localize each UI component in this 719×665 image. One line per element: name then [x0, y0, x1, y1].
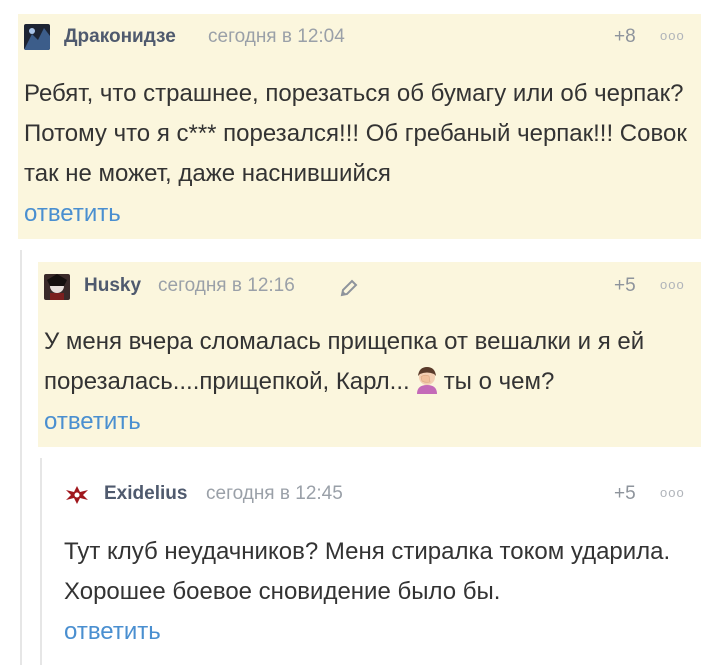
comment-text-part: ты о чем?: [443, 368, 555, 395]
reply-link[interactable]: ответить: [64, 618, 161, 646]
author-name[interactable]: Драконидзе: [64, 26, 176, 48]
more-options-icon[interactable]: ooo: [660, 277, 685, 292]
thread-line: [20, 250, 22, 665]
more-options-icon[interactable]: ooo: [660, 28, 685, 43]
facepalm-emoji-icon: [416, 367, 437, 394]
reply-link[interactable]: ответить: [24, 200, 121, 228]
comment-rating: +8: [614, 26, 636, 47]
reply-link[interactable]: ответить: [44, 408, 141, 436]
avatar[interactable]: [24, 24, 50, 50]
comment-rating: +5: [614, 483, 636, 504]
avatar[interactable]: [64, 482, 90, 508]
comment-text: Тут клуб неудачников? Меня стиралка токо…: [64, 538, 671, 605]
comment-time[interactable]: сегодня в 12:16: [158, 275, 295, 297]
comment-time[interactable]: сегодня в 12:04: [208, 26, 345, 48]
comment-header: Драконидзе сегодня в 12:04 +8 ooo: [18, 14, 701, 58]
comment-husky: Husky сегодня в 12:16 +5 ooo У меня вчер…: [38, 262, 701, 447]
comment-header: Husky сегодня в 12:16 +5 ooo: [38, 262, 701, 306]
author-name[interactable]: Exidelius: [104, 483, 187, 505]
comment-drakonidze: Драконидзе сегодня в 12:04 +8 ooo Ребят,…: [18, 14, 701, 239]
author-name[interactable]: Husky: [84, 275, 141, 297]
comment-time[interactable]: сегодня в 12:45: [206, 483, 343, 505]
comment-text: У меня вчера сломалась прищепка от вешал…: [44, 322, 694, 402]
comment-exidelius: Exidelius сегодня в 12:45 +5 ooo Тут клу…: [58, 470, 701, 660]
avatar[interactable]: [44, 274, 70, 300]
comment-header: Exidelius сегодня в 12:45 +5 ooo: [58, 470, 701, 514]
thread-line: [40, 458, 42, 665]
comment-rating: +5: [614, 275, 636, 296]
comment-text: Ребят, что страшнее, порезаться об бумаг…: [24, 80, 687, 187]
more-options-icon[interactable]: ooo: [660, 485, 685, 500]
pencil-icon[interactable]: [339, 278, 359, 298]
